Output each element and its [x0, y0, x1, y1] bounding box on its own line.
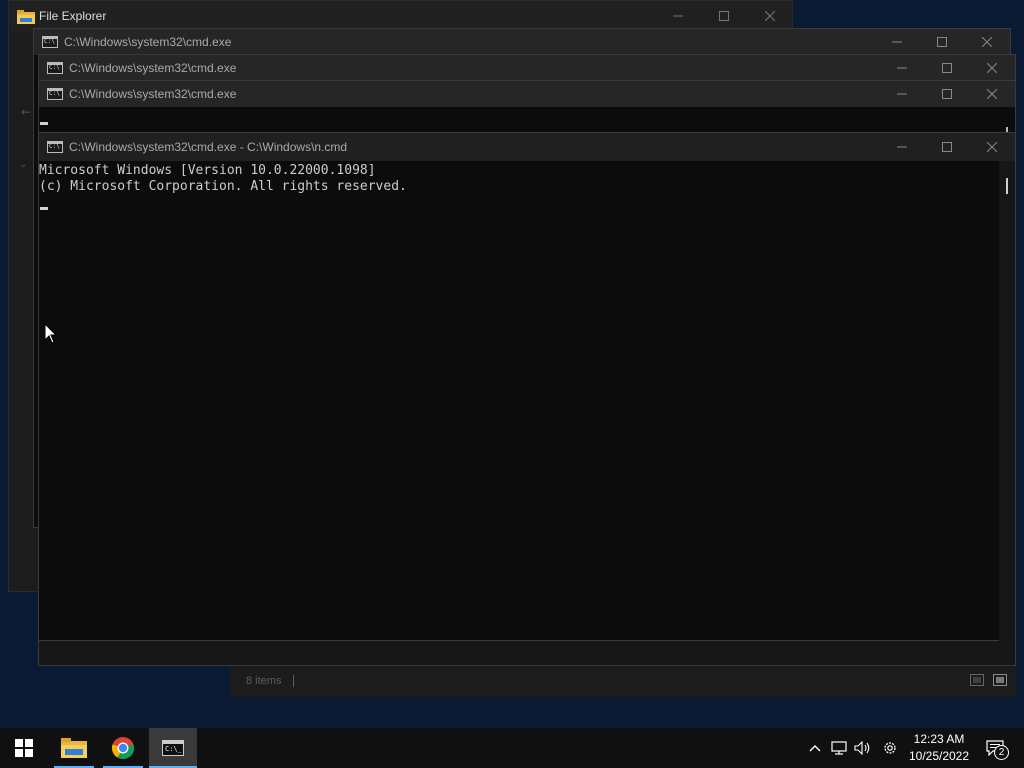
- console-area[interactable]: Microsoft Windows [Version 10.0.22000.10…: [39, 161, 1000, 641]
- settings-button[interactable]: [879, 728, 901, 768]
- taskbar: C:\_ 12:23 AM 10/25/2022 2: [0, 728, 1024, 768]
- chrome-icon: [111, 737, 135, 760]
- explorer-title: File Explorer: [39, 9, 107, 23]
- close-button[interactable]: [969, 55, 1015, 81]
- clock-time: 12:23 AM: [913, 732, 965, 746]
- gear-icon: [884, 742, 896, 754]
- active-cmd-titlebar[interactable]: C:\Windows\system32\cmd.exe - C:\Windows…: [39, 133, 1015, 161]
- cmd-title-2: C:\Windows\system32\cmd.exe: [69, 61, 237, 75]
- cmd-titlebar-1[interactable]: C:\Windows\system32\cmd.exe: [34, 29, 1010, 55]
- cmd-icon: [47, 88, 63, 100]
- explorer-status-bar: 8 items: [230, 667, 1016, 697]
- close-button[interactable]: [964, 29, 1010, 55]
- folder-icon: [17, 9, 35, 24]
- text-cursor: [40, 122, 48, 125]
- taskbar-chrome[interactable]: [101, 728, 145, 768]
- cmd-title-3: C:\Windows\system32\cmd.exe: [69, 87, 237, 101]
- item-count: 8 items: [246, 675, 282, 687]
- start-button[interactable]: [0, 728, 48, 768]
- close-button[interactable]: [969, 81, 1015, 107]
- minimize-button[interactable]: [879, 55, 925, 81]
- cmd-icon: [42, 36, 58, 48]
- explorer-titlebar[interactable]: File Explorer: [9, 1, 792, 31]
- show-hidden-icons-button[interactable]: [805, 728, 825, 768]
- close-button[interactable]: [747, 1, 793, 31]
- text-cursor: [40, 207, 48, 210]
- large-icons-view-icon[interactable]: [993, 674, 1007, 686]
- cmd-icon: [47, 62, 63, 74]
- mouse-pointer-icon: [44, 322, 58, 348]
- network-icon: [831, 741, 847, 755]
- chevron-up-icon: [809, 745, 821, 752]
- cmd-title-1: C:\Windows\system32\cmd.exe: [64, 35, 232, 49]
- minimize-button[interactable]: [655, 1, 701, 31]
- details-view-icon[interactable]: [970, 674, 984, 686]
- notification-badge: 2: [994, 745, 1009, 760]
- console-line-2: (c) Microsoft Corporation. All rights re…: [39, 179, 407, 194]
- bottom-strip: [39, 638, 1015, 665]
- network-button[interactable]: [828, 728, 850, 768]
- notification-center-button[interactable]: 2: [980, 728, 1010, 768]
- scrollbar-thumb[interactable]: [1006, 178, 1008, 194]
- taskbar-command-prompt[interactable]: C:\_: [149, 728, 197, 768]
- maximize-button[interactable]: [924, 133, 970, 161]
- clock-date: 10/25/2022: [908, 749, 970, 763]
- minimize-button[interactable]: [874, 29, 920, 55]
- cmd-titlebar-3[interactable]: C:\Windows\system32\cmd.exe: [39, 81, 1015, 107]
- clock[interactable]: 12:23 AM 10/25/2022: [906, 728, 972, 768]
- back-arrow-icon[interactable]: ←: [21, 105, 31, 119]
- folder-icon: [61, 738, 87, 758]
- status-divider: [293, 675, 294, 687]
- minimize-button[interactable]: [879, 81, 925, 107]
- maximize-button[interactable]: [924, 81, 970, 107]
- close-button[interactable]: [969, 133, 1015, 161]
- taskbar-file-explorer[interactable]: [52, 728, 96, 768]
- active-cmd-title: C:\Windows\system32\cmd.exe - C:\Windows…: [69, 140, 348, 154]
- cmd-icon: [47, 141, 63, 153]
- speaker-icon: [854, 741, 870, 755]
- console-line-1: Microsoft Windows [Version 10.0.22000.10…: [39, 163, 376, 178]
- volume-button[interactable]: [852, 728, 874, 768]
- cmd-icon: C:\_: [162, 740, 184, 756]
- minimize-button[interactable]: [879, 133, 925, 161]
- chevron-down-icon[interactable]: ⌄: [19, 159, 27, 170]
- maximize-button[interactable]: [919, 29, 965, 55]
- vertical-scrollbar[interactable]: [999, 161, 1015, 641]
- maximize-button[interactable]: [924, 55, 970, 81]
- notification-count: 2: [998, 747, 1005, 758]
- windows-logo-icon: [15, 739, 33, 757]
- cmd-titlebar-2[interactable]: C:\Windows\system32\cmd.exe: [39, 55, 1015, 81]
- active-cmd-window[interactable]: C:\Windows\system32\cmd.exe - C:\Windows…: [38, 132, 1016, 641]
- maximize-button[interactable]: [701, 1, 747, 31]
